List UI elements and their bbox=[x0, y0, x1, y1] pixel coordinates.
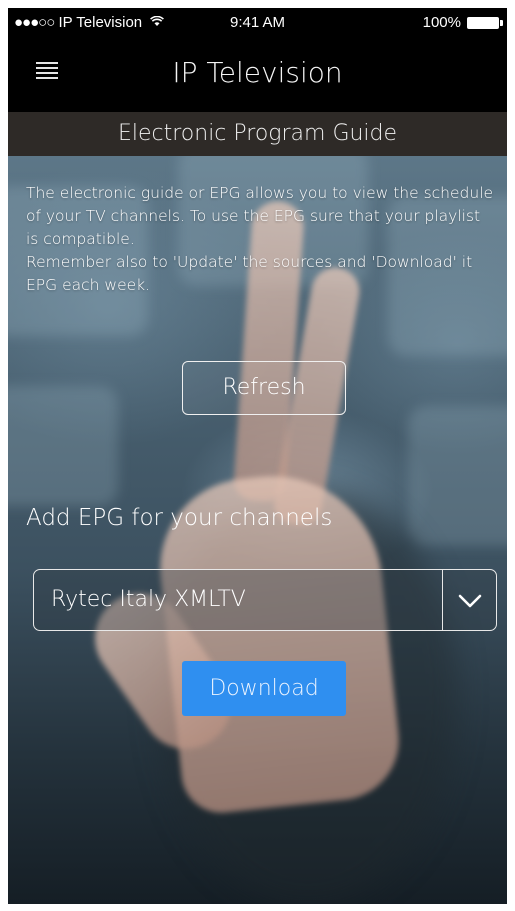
refresh-button[interactable]: Refresh bbox=[182, 361, 346, 415]
download-button[interactable]: Download bbox=[182, 661, 346, 716]
status-left: ●●●○○ IP Television bbox=[14, 14, 165, 31]
status-time: 9:41 AM bbox=[230, 14, 286, 31]
status-bar: ●●●○○ IP Television 9:41 AM 100% bbox=[8, 8, 507, 38]
section-title: Electronic Program Guide bbox=[8, 112, 507, 156]
background-tile bbox=[408, 406, 507, 546]
wifi-icon bbox=[150, 15, 165, 30]
page-title: IP Television bbox=[172, 56, 343, 89]
background-tile bbox=[8, 386, 118, 506]
description-paragraph: Remember also to 'Update' the sources an… bbox=[26, 253, 473, 294]
description-paragraph: The electronic guide or EPG allows you t… bbox=[26, 184, 494, 248]
select-divider bbox=[442, 570, 443, 630]
chevron-down-icon[interactable] bbox=[454, 584, 486, 616]
navigation-bar: IP Television bbox=[8, 38, 507, 112]
add-epg-label: Add EPG for your channels bbox=[26, 505, 333, 531]
carrier-name: IP Television bbox=[58, 14, 143, 31]
app-screen: ●●●○○ IP Television 9:41 AM 100% IP Tele… bbox=[8, 8, 507, 904]
battery-icon bbox=[467, 16, 503, 29]
battery-percentage: 100% bbox=[422, 14, 461, 31]
status-right: 100% bbox=[422, 14, 503, 31]
signal-strength-icon: ●●●○○ bbox=[14, 14, 55, 31]
epg-source-value: Rytec Italy XMLTV bbox=[51, 587, 246, 612]
epg-source-select[interactable]: Rytec Italy XMLTV bbox=[33, 569, 497, 631]
epg-description: The electronic guide or EPG allows you t… bbox=[26, 182, 496, 297]
